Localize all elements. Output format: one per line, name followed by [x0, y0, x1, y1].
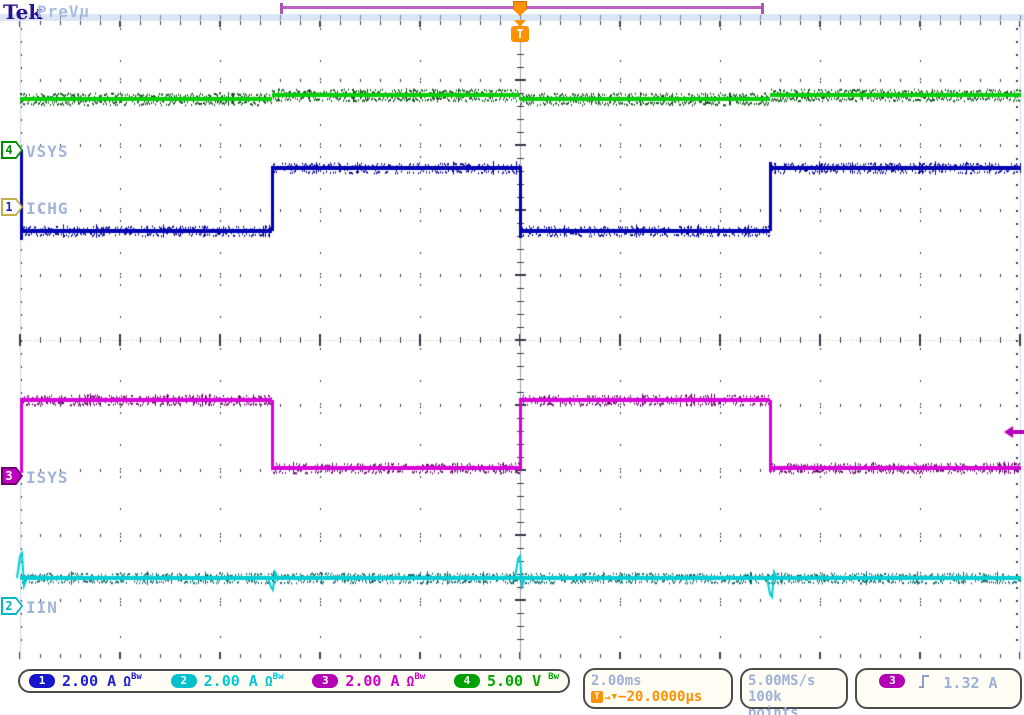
right-arrow-icon: →	[604, 691, 611, 704]
channel-4-label: VSYS	[26, 142, 69, 161]
channel-3-badge: 3	[312, 674, 338, 688]
channel-4-badge: 4	[454, 674, 480, 688]
down-pointer-icon: ▼	[612, 692, 617, 702]
channel-1-marker-number: 1	[1, 200, 17, 214]
trigger-source-badge: 3	[879, 674, 905, 688]
record-length: 100k points	[748, 689, 840, 715]
trigger-delay-readout: T→▼−20.0000µs	[591, 689, 725, 705]
channel-1-scale: 2.00 A	[62, 672, 116, 690]
channel-2-marker-number: 2	[1, 599, 17, 613]
channel-1-label: ICHG	[26, 199, 69, 218]
channel-4-readout: 4 5.00 V Bw	[454, 672, 559, 690]
channel-3-label: ISYS	[26, 468, 69, 487]
channel-3-readout: 3 2.00 A ΩBw	[312, 672, 425, 690]
trigger-readout-box[interactable]: 3 1.32 A	[855, 668, 1022, 709]
channel-readout-box[interactable]: 1 2.00 A ΩBw 2 2.00 A ΩBw 3 2.00 A ΩBw 4…	[18, 669, 570, 693]
oscilloscope-screen: Tek PreVu T 4 VSYS 1 ICHG 3 ISYS 2 IIN 1…	[0, 0, 1024, 715]
channel-1-coupling: ΩBw	[123, 672, 142, 690]
acquisition-readout-box[interactable]: 5.00MS/s 100k points	[740, 668, 848, 709]
channel-1-badge: 1	[29, 674, 55, 688]
channel-4-bandwidth: Bw	[548, 672, 559, 690]
channel-3-scale: 2.00 A	[345, 672, 399, 690]
channel-3-marker-number: 3	[1, 469, 17, 483]
acquisition-status: PreVu	[37, 2, 90, 21]
trigger-delay-value: −20.0000µs	[618, 689, 702, 705]
timebase-scale: 2.00ms	[591, 673, 725, 689]
waveform-display	[0, 0, 1024, 663]
sample-rate: 5.00MS/s	[748, 673, 840, 689]
channel-3-coupling: ΩBw	[407, 672, 426, 690]
channel-4-marker-number: 4	[1, 143, 17, 157]
channel-2-scale: 2.00 A	[204, 672, 258, 690]
channel-2-coupling: ΩBw	[265, 672, 284, 690]
channel-4-scale: 5.00 V	[487, 672, 541, 690]
trigger-level-value: 1.32 A	[943, 674, 997, 692]
channel-2-label: IIN	[26, 598, 58, 617]
rising-edge-slope-icon	[918, 674, 930, 689]
trigger-t-icon: T	[591, 691, 603, 703]
channel-2-readout: 2 2.00 A ΩBw	[171, 672, 284, 690]
channel-2-badge: 2	[171, 674, 197, 688]
horizontal-readout-box[interactable]: 2.00ms T→▼−20.0000µs	[583, 668, 733, 709]
trigger-marker-badge[interactable]: T	[511, 26, 529, 42]
channel-1-readout: 1 2.00 A ΩBw	[29, 672, 142, 690]
